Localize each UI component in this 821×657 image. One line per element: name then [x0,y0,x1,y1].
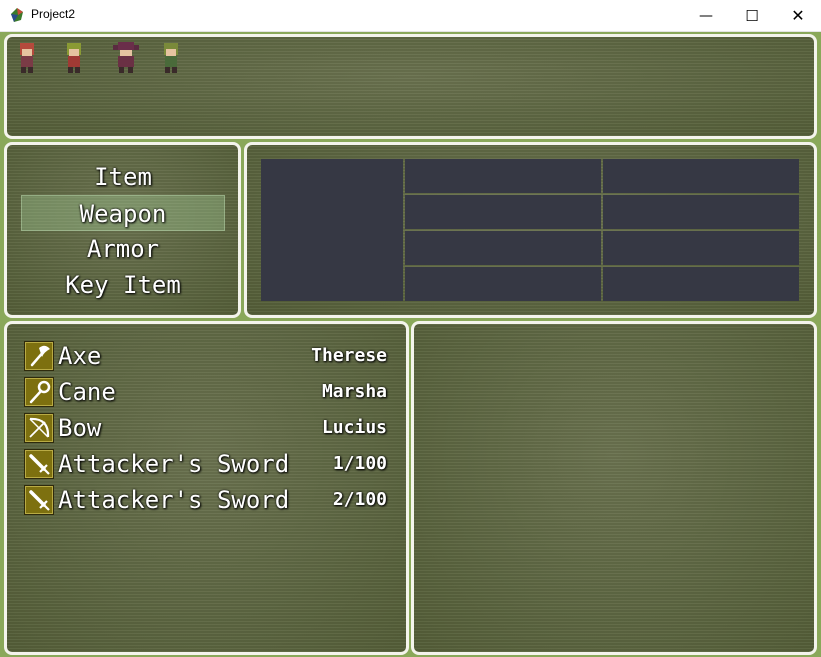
status-cell [603,159,799,193]
status-cell [405,195,601,229]
item-owner: Therese [311,345,387,366]
app-icon [11,8,23,22]
item-owner: Lucius [321,417,387,438]
actor-window [411,321,817,655]
category-weapon-selected[interactable]: Weapon [21,195,225,231]
status-cell [603,195,799,229]
item-row[interactable]: Axe Therese [21,338,387,374]
status-cell [603,267,799,301]
item-row[interactable]: Cane Marsha [21,374,387,410]
close-button[interactable]: ✕ [775,0,821,31]
actor-sprite-1 [20,43,34,73]
item-name: Attacker's Sword [58,486,290,514]
window-title: Project2 [31,7,76,21]
cane-icon [24,377,54,407]
actor-sprite-4 [164,43,178,73]
category-key-item[interactable]: Key Item [21,267,225,303]
actor-sprite-2 [67,43,81,73]
status-window [244,142,817,318]
item-row[interactable]: Bow Lucius [21,410,387,446]
status-cell [405,159,601,193]
category-window: Item Weapon Armor Key Item [4,142,241,318]
minimize-button[interactable]: — [683,0,729,31]
status-cell [405,231,601,265]
item-name: Attacker's Sword [58,450,290,478]
actor-face-slot [261,159,403,301]
party-panel [4,34,817,139]
title-bar: Project2 — ☐ ✕ [0,0,821,32]
status-cell [405,267,601,301]
sword-icon [24,485,54,515]
actor-sprite-3 [113,42,139,73]
item-durability: 1/100 [332,453,387,474]
item-name: Bow [58,414,102,442]
item-owner: Marsha [321,381,387,402]
item-name: Cane [58,378,116,406]
bow-icon [24,413,54,443]
item-name: Axe [58,342,102,370]
maximize-button[interactable]: ☐ [729,0,775,31]
game-screen: Item Weapon Armor Key Item Axe Therese C… [0,32,821,657]
item-durability: 2/100 [332,489,387,510]
axe-icon [24,341,54,371]
item-list-window: Axe Therese Cane Marsha Bow Lucius Attac… [4,321,409,655]
status-table [261,159,801,301]
sword-icon [24,449,54,479]
category-item[interactable]: Item [21,159,225,195]
category-armor[interactable]: Armor [21,231,225,267]
item-row[interactable]: Attacker's Sword 2/100 [21,482,387,518]
item-row[interactable]: Attacker's Sword 1/100 [21,446,387,482]
status-cell [603,231,799,265]
